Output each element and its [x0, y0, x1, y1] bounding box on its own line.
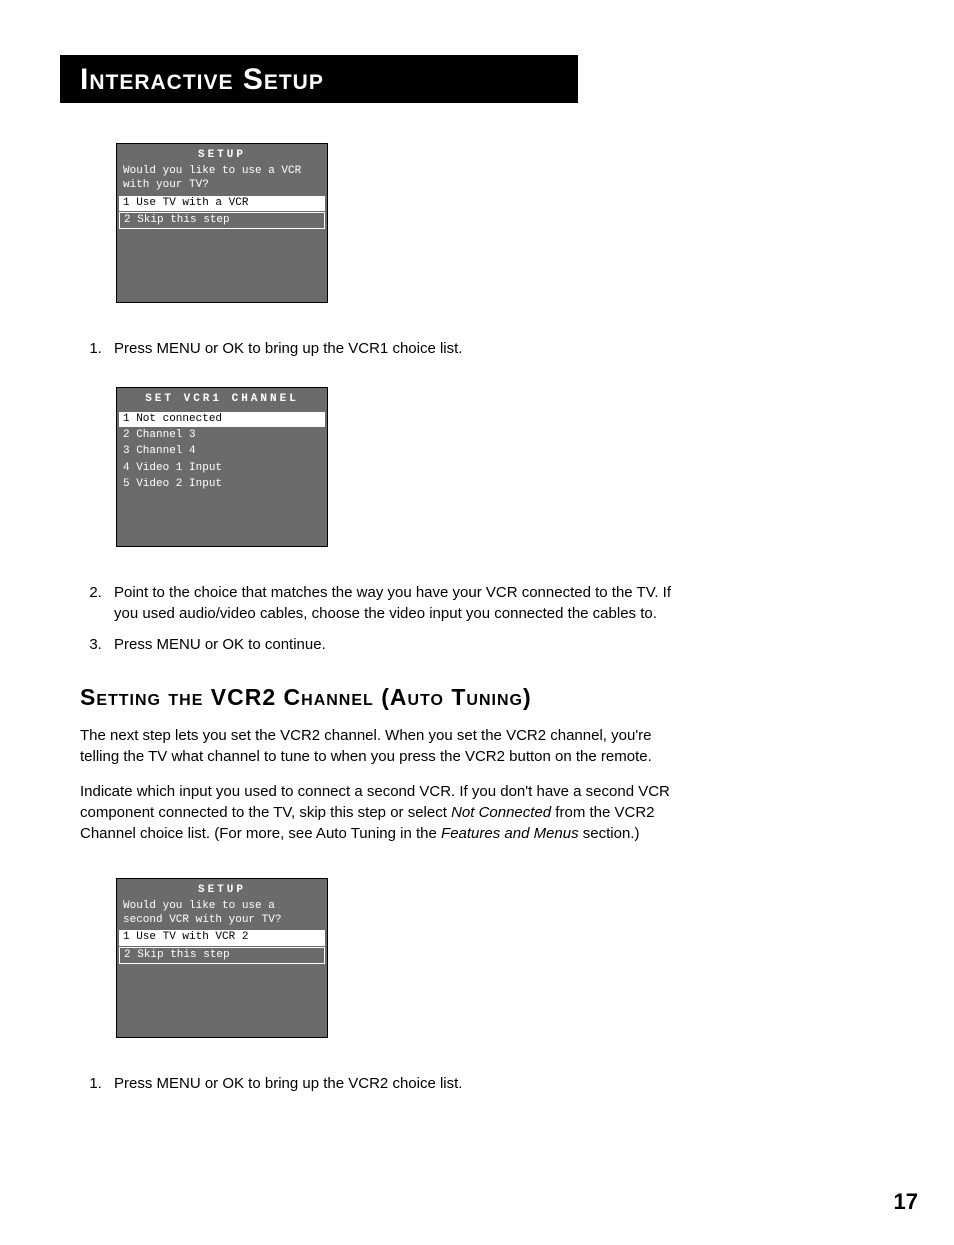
page-number: 17	[894, 1189, 918, 1215]
osd-title: SETUP	[117, 144, 327, 163]
text-run-italic: Not Connected	[451, 804, 551, 821]
page-title: Interactive Setup	[80, 63, 578, 97]
page-title-bar: Interactive Setup	[60, 55, 578, 103]
text-run: section.)	[579, 825, 640, 842]
step-list-2: Point to the choice that matches the way…	[80, 582, 696, 655]
osd-setup-vcr2: SETUP Would you like to use a second VCR…	[116, 878, 328, 1038]
osd-item: 2 Skip this step	[119, 212, 325, 229]
section-heading-vcr2: Setting the VCR2 Channel (Auto Tuning)	[80, 683, 680, 713]
osd-item-selected: 1 Use TV with VCR 2	[119, 930, 325, 945]
osd-setup-vcr1: SETUP Would you like to use a VCR with y…	[116, 143, 328, 303]
body-paragraph: Indicate which input you used to connect…	[80, 781, 680, 844]
osd-prompt: Would you like to use a second VCR with …	[117, 898, 327, 930]
osd-item: 2 Skip this step	[119, 947, 325, 964]
osd-set-vcr1-channel: SET VCR1 CHANNEL 1 Not connected 2 Chann…	[116, 387, 328, 547]
text-run-italic: Features and Menus	[441, 825, 579, 842]
step-list-1: Press MENU or OK to bring up the VCR1 ch…	[80, 338, 696, 359]
step-item: Press MENU or OK to continue.	[106, 634, 696, 655]
osd-item: 5 Video 2 Input	[119, 477, 325, 492]
osd-item: 4 Video 1 Input	[119, 461, 325, 476]
step-item: Press MENU or OK to bring up the VCR1 ch…	[106, 338, 696, 359]
osd-title: SET VCR1 CHANNEL	[117, 388, 327, 407]
step-item: Point to the choice that matches the way…	[106, 582, 696, 624]
osd-title: SETUP	[117, 879, 327, 898]
osd-item: 3 Channel 4	[119, 444, 325, 459]
osd-item: 2 Channel 3	[119, 428, 325, 443]
step-item: Press MENU or OK to bring up the VCR2 ch…	[106, 1073, 696, 1094]
osd-item-selected: 1 Use TV with a VCR	[119, 196, 325, 211]
osd-prompt: Would you like to use a VCR with your TV…	[117, 163, 327, 195]
body-paragraph: The next step lets you set the VCR2 chan…	[80, 725, 680, 767]
step-list-3: Press MENU or OK to bring up the VCR2 ch…	[80, 1073, 696, 1094]
osd-item-selected: 1 Not connected	[119, 412, 325, 427]
